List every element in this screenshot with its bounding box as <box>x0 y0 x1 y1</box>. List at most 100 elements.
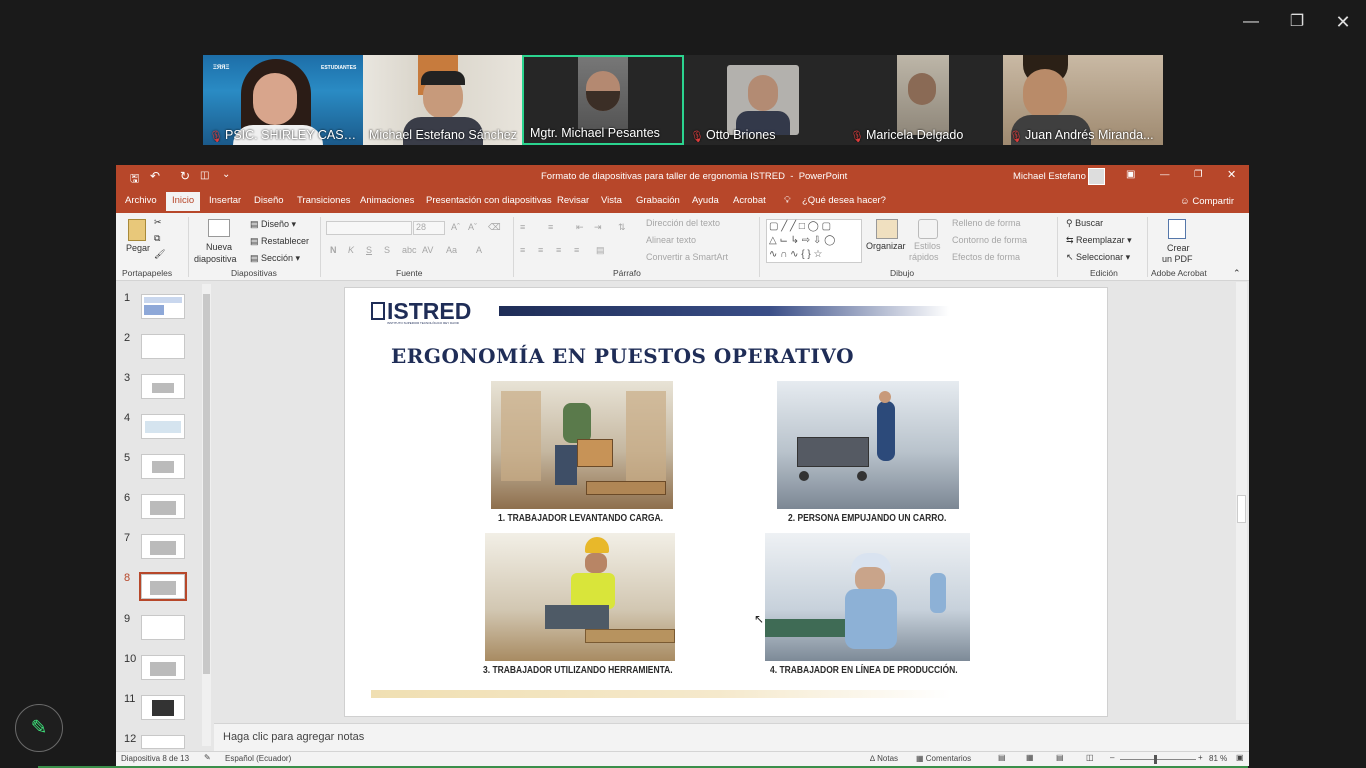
undo-icon[interactable]: ↶ <box>150 169 160 183</box>
restore-icon[interactable]: ❐ <box>1194 169 1203 180</box>
slide-thumbnail[interactable] <box>141 374 185 399</box>
notes-button[interactable]: ∆ Notas <box>870 754 898 763</box>
strikethrough-icon[interactable]: abc <box>402 245 417 255</box>
participant-tile-active[interactable]: Mgtr. Michael Pesantes <box>522 55 684 145</box>
slide-thumbnail[interactable] <box>141 735 185 749</box>
shape-fill-button[interactable]: Relleno de forma <box>952 218 1021 228</box>
cut-icon[interactable]: ✂ <box>154 217 162 228</box>
close-icon[interactable]: ✕ <box>1227 168 1236 181</box>
shapes-gallery[interactable]: ▢ ╱ ╱ □ ◯ ▢ △ ⌙ ↳ ⇨ ⇩ ◯ ∿ ∩ ∿ { } ☆ <box>766 219 862 263</box>
new-slide-icon[interactable] <box>208 219 230 237</box>
shape-outline-button[interactable]: Contorno de forma <box>952 235 1027 245</box>
share-button[interactable]: ☺ Compartir <box>1180 196 1234 207</box>
tab-revisar[interactable]: Revisar <box>557 195 589 206</box>
case-icon[interactable]: Aa <box>446 245 457 255</box>
language-indicator[interactable]: Español (Ecuador) <box>225 754 291 763</box>
font-color-icon[interactable]: A <box>476 245 482 255</box>
tab-grabacion[interactable]: Grabación <box>636 195 680 206</box>
quick-styles-icon[interactable] <box>918 219 938 239</box>
shrink-font-icon[interactable]: Aˇ <box>468 222 477 232</box>
participant-tile[interactable]: ΞЯЯΞ ESTUDIANTES 🎙︎ PSIC. SHIRLEY CASTR..… <box>203 55 363 145</box>
slide-thumbnail[interactable] <box>141 494 185 519</box>
text-direction-button[interactable]: Dirección del texto <box>646 218 720 228</box>
tab-vista[interactable]: Vista <box>601 195 622 206</box>
new-slide-label-1[interactable]: Nueva <box>206 242 232 252</box>
notes-pane[interactable]: Haga clic para agregar notas <box>214 723 1249 751</box>
participant-tile[interactable]: Michael Estefano Sánchez <box>363 55 523 145</box>
bold-icon[interactable]: N <box>330 245 337 255</box>
close-icon[interactable]: ✕ <box>1331 10 1355 34</box>
slideshow-icon[interactable]: ◫ <box>1086 753 1094 762</box>
create-pdf-label-2[interactable]: un PDF <box>1162 254 1193 264</box>
slide-thumbnail[interactable] <box>141 294 185 319</box>
tab-insertar[interactable]: Insertar <box>209 195 241 206</box>
redo-icon[interactable]: ↻ <box>180 169 190 183</box>
notes-placeholder[interactable]: Haga clic para agregar notas <box>223 731 364 743</box>
restore-icon[interactable]: ❐ <box>1285 10 1309 34</box>
normal-view-icon[interactable]: ▤ <box>998 753 1006 762</box>
tab-archivo[interactable]: Archivo <box>125 195 157 206</box>
slide-thumbnail[interactable] <box>141 334 185 359</box>
columns-icon[interactable]: ▤ <box>596 245 605 256</box>
customize-toolbar-icon[interactable]: ⌄ <box>222 169 230 180</box>
font-size-box[interactable]: 28 <box>413 221 445 235</box>
slide-sorter-icon[interactable]: ▦ <box>1026 753 1034 762</box>
align-right-icon[interactable]: ≡ <box>556 245 561 255</box>
line-spacing-icon[interactable]: ⇅ <box>618 222 626 233</box>
zoom-in-icon[interactable]: + <box>1198 753 1203 762</box>
align-text-button[interactable]: Alinear texto <box>646 235 696 245</box>
spellcheck-icon[interactable]: ✎ <box>204 753 211 762</box>
tell-me-box[interactable]: ¿Qué desea hacer? <box>802 195 886 206</box>
new-slide-label-2[interactable]: diapositiva <box>194 254 237 264</box>
format-painter-icon[interactable]: 🖌︎ <box>154 249 165 260</box>
tab-diseno[interactable]: Diseño <box>254 195 284 206</box>
save-icon[interactable]: 🖫︎ <box>130 170 139 189</box>
section-button[interactable]: ▤ Sección ▾ <box>250 253 300 264</box>
reset-button[interactable]: ▤ Restablecer <box>250 236 309 247</box>
slide-thumbnail[interactable] <box>141 454 185 479</box>
slide-thumbnail[interactable] <box>141 534 185 559</box>
tab-ayuda[interactable]: Ayuda <box>692 195 719 206</box>
slide-thumbnail[interactable] <box>141 655 185 680</box>
quick-styles-label-2[interactable]: rápidos <box>909 252 939 262</box>
decrease-indent-icon[interactable]: ⇤ <box>576 222 584 233</box>
align-left-icon[interactable]: ≡ <box>520 245 525 255</box>
participant-tile[interactable]: 🎙︎ Maricela Delgado <box>844 55 1004 145</box>
reading-view-icon[interactable]: ▤ <box>1056 753 1064 762</box>
slide-thumbnail-active[interactable] <box>139 572 187 601</box>
tab-inicio[interactable]: Inicio <box>166 192 201 211</box>
fit-to-window-icon[interactable]: ▣ <box>1236 753 1244 762</box>
clear-format-icon[interactable]: ⌫ <box>488 222 501 233</box>
layout-button[interactable]: ▤ Diseño ▾ <box>250 219 296 230</box>
zoom-out-icon[interactable]: – <box>1110 753 1114 762</box>
replace-button[interactable]: ⇆ Reemplazar ▾ <box>1066 235 1132 246</box>
zoom-slider[interactable] <box>1120 755 1196 764</box>
underline-icon[interactable]: S <box>366 245 372 255</box>
arrange-icon[interactable] <box>876 219 898 239</box>
tab-presentacion[interactable]: Presentación con diapositivas <box>426 195 552 206</box>
smartart-button[interactable]: Convertir a SmartArt <box>646 252 728 262</box>
quick-styles-label-1[interactable]: Estilos <box>914 241 941 251</box>
arrange-button[interactable]: Organizar <box>866 241 906 251</box>
shadow-icon[interactable]: S <box>384 245 390 255</box>
participant-tile[interactable]: 🎙︎ Juan Andrés Miranda... <box>1003 55 1163 145</box>
start-presentation-icon[interactable]: ◫ <box>200 170 209 181</box>
create-pdf-label-1[interactable]: Crear <box>1167 243 1190 253</box>
minimize-icon[interactable]: — <box>1160 169 1170 180</box>
tab-transiciones[interactable]: Transiciones <box>297 195 351 206</box>
justify-icon[interactable]: ≡ <box>574 245 579 255</box>
minimize-icon[interactable]: — <box>1239 10 1263 34</box>
copy-icon[interactable]: ⧉ <box>154 233 160 244</box>
tab-acrobat[interactable]: Acrobat <box>733 195 766 206</box>
thumbnails-scrollbar[interactable] <box>202 284 211 746</box>
slide-canvas[interactable]: ISTRED INSTITUTO SUPERIOR TECNOLÓGICO RE… <box>344 287 1108 717</box>
select-button[interactable]: ↖ Seleccionar ▾ <box>1066 252 1130 263</box>
italic-icon[interactable]: K <box>348 245 354 255</box>
increase-indent-icon[interactable]: ⇥ <box>594 222 602 233</box>
spacing-icon[interactable]: AV <box>422 245 433 255</box>
pencil-icon[interactable]: ✎ <box>15 704 63 752</box>
comments-button[interactable]: ▦ Comentarios <box>916 754 971 763</box>
slide-thumbnail[interactable] <box>141 615 185 640</box>
paste-icon[interactable] <box>128 219 146 241</box>
slide-thumbnail[interactable] <box>141 695 185 720</box>
